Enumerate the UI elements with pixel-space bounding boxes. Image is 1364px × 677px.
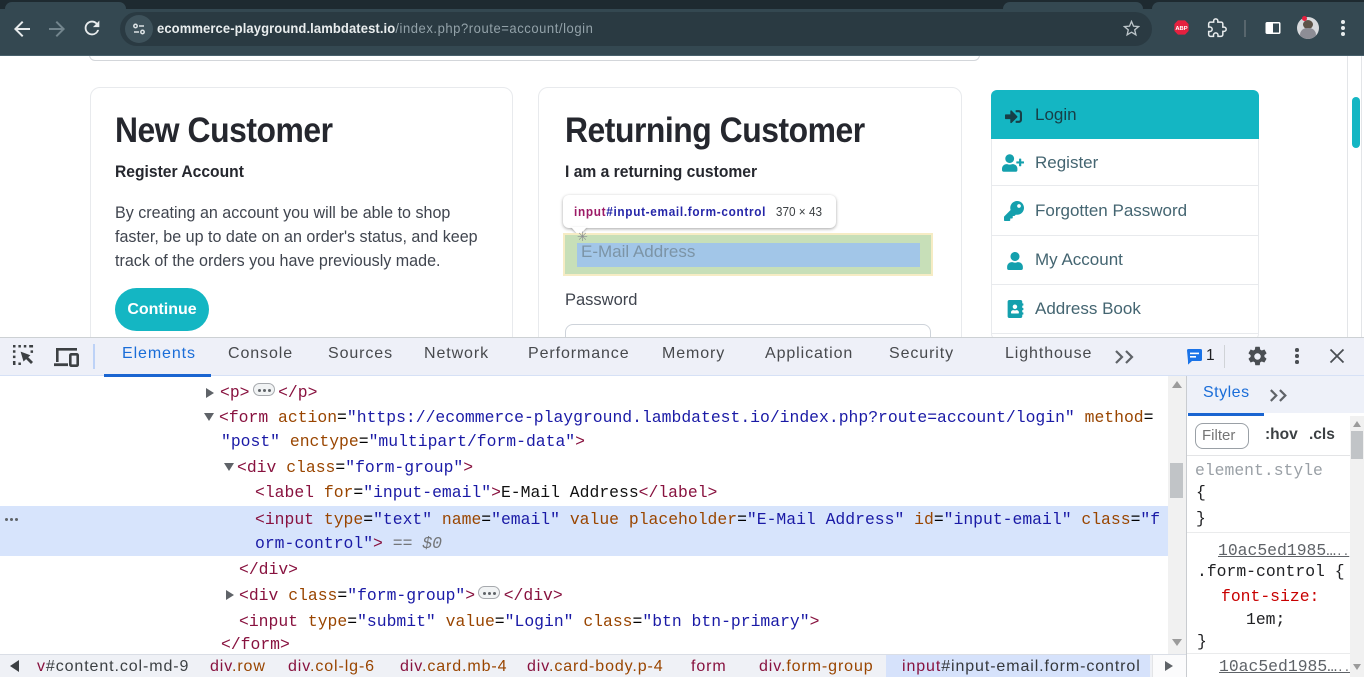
svg-text:ABP: ABP [1175, 26, 1187, 32]
